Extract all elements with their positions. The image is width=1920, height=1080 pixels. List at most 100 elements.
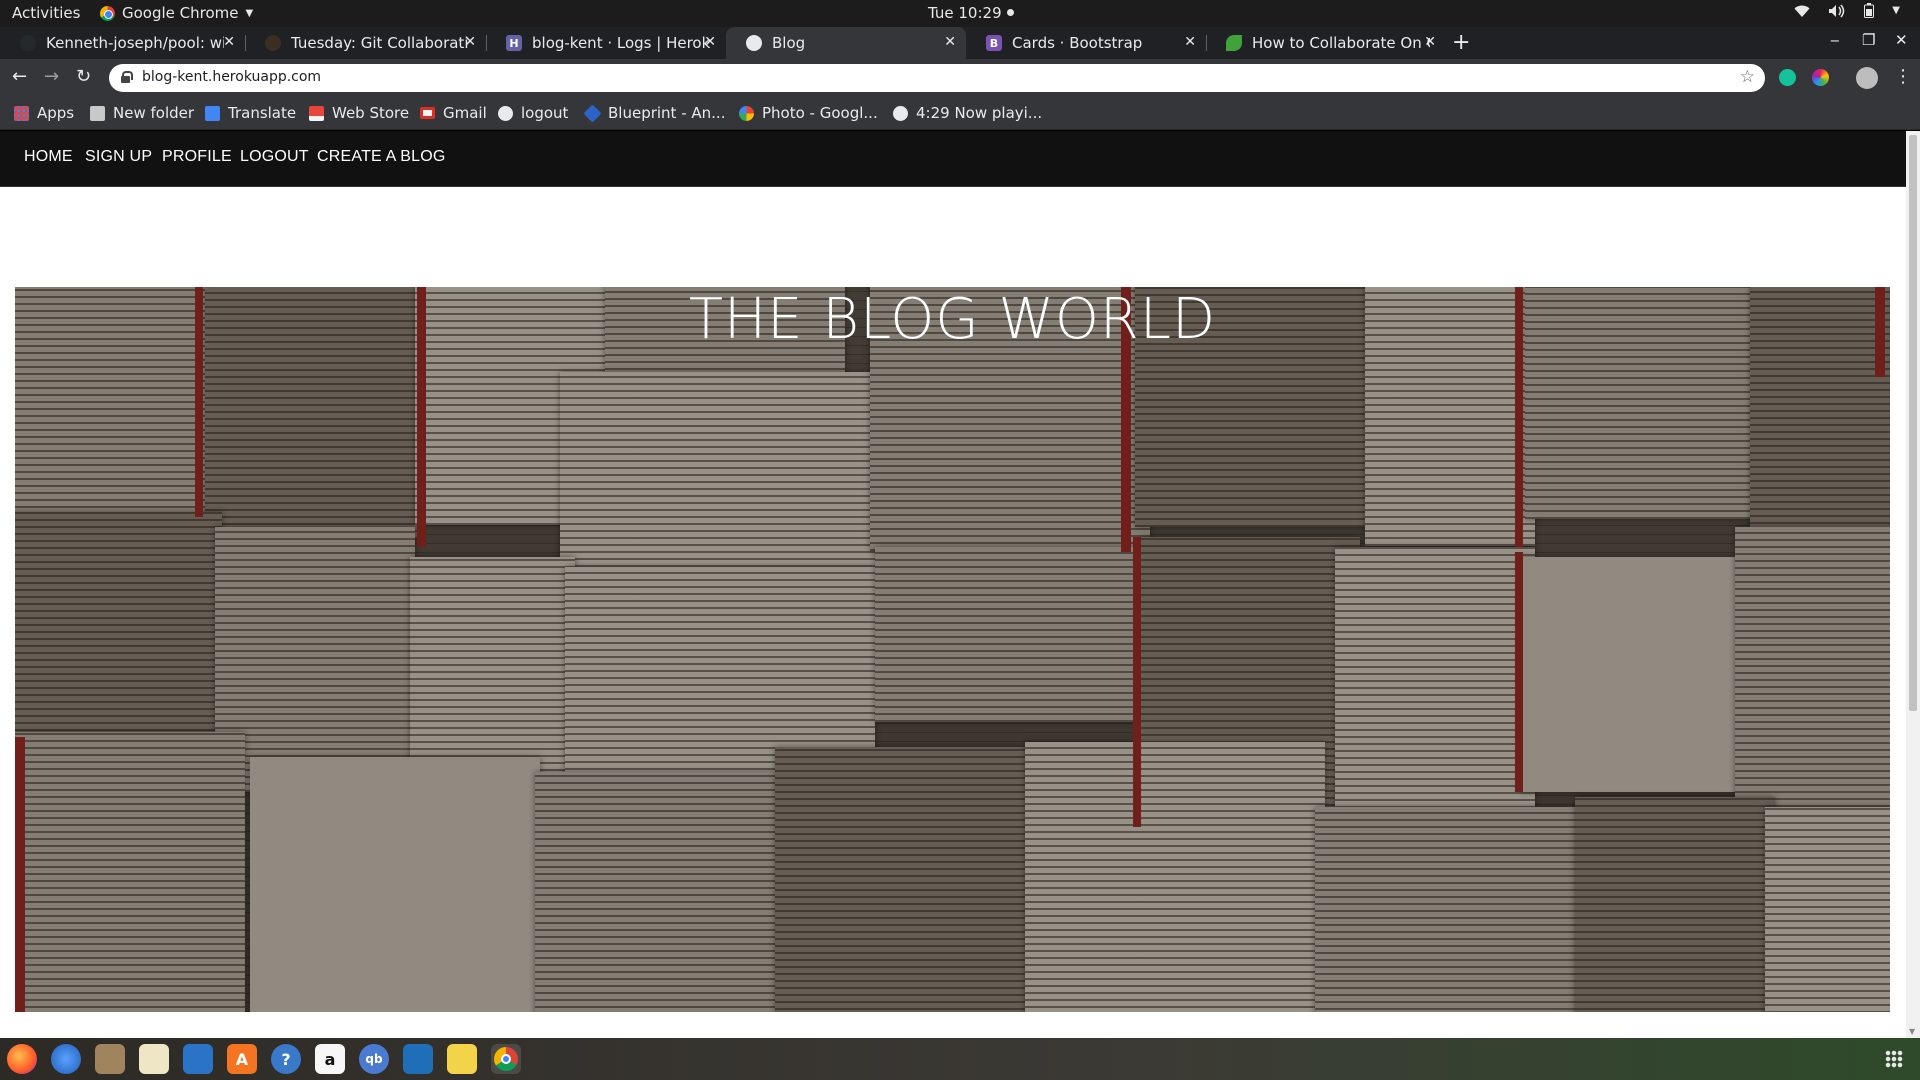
back-arrow-icon[interactable]: ← bbox=[12, 66, 27, 87]
battery-icon bbox=[1864, 3, 1875, 18]
globe-icon bbox=[498, 105, 513, 121]
tab-bootstrap-cards[interactable]: B Cards · Bootstrap ✕ bbox=[966, 27, 1206, 59]
page-viewport: HOME SIGN UP PROFILE LOGOUT CREATE A BLO… bbox=[0, 131, 1906, 1038]
close-tab-icon[interactable]: ✕ bbox=[464, 34, 476, 50]
bookmark-gmail[interactable]: Gmail bbox=[420, 104, 487, 122]
amazon-icon[interactable]: a bbox=[315, 1044, 345, 1074]
hero-overlay bbox=[15, 287, 1890, 1012]
bookmark-google-photos[interactable]: Photo - Googl... bbox=[739, 104, 878, 122]
close-window-icon[interactable]: ✕ bbox=[1895, 31, 1908, 49]
hero-banner: THE BLOG WORLD bbox=[15, 287, 1890, 1012]
gmail-icon bbox=[420, 107, 435, 119]
vscode-icon[interactable] bbox=[403, 1044, 433, 1074]
tab-title: Kenneth-joseph/pool: wit bbox=[46, 34, 224, 52]
photos-icon bbox=[739, 105, 754, 121]
nav-profile-link[interactable]: PROFILE bbox=[162, 148, 232, 166]
lock-icon bbox=[121, 71, 133, 83]
nav-create-blog-link[interactable]: CREATE A BLOG bbox=[317, 148, 446, 166]
tab-title: blog-kent · Logs | Heroku bbox=[532, 34, 710, 52]
desktop-screen: Activities Google Chrome ▼ Tue 10:29 ▼ K… bbox=[0, 0, 1920, 1080]
translate-icon bbox=[205, 105, 220, 121]
minimize-window-icon[interactable]: ‒ bbox=[1830, 31, 1840, 49]
close-tab-icon[interactable]: ✕ bbox=[1184, 34, 1196, 50]
wifi-icon bbox=[1794, 4, 1810, 18]
bookmark-label: Gmail bbox=[443, 104, 487, 122]
bookmark-blueprint[interactable]: Blueprint - An... bbox=[583, 103, 725, 123]
tab-github-pool[interactable]: Kenneth-joseph/pool: wit ✕ bbox=[0, 27, 245, 59]
page-scrollbar[interactable]: ▼ bbox=[1906, 131, 1920, 1038]
tab-git-collaboration[interactable]: Tuesday: Git Collaboratio ✕ bbox=[245, 27, 486, 59]
apps-grid-icon bbox=[14, 105, 29, 121]
taskbar-dock: A ? a qb bbox=[0, 1038, 1920, 1080]
tab-blog[interactable]: Blog ✕ bbox=[726, 27, 966, 59]
bookmark-label: 4:29 Now playi... bbox=[916, 104, 1043, 122]
bookmark-translate[interactable]: Translate bbox=[205, 104, 296, 122]
close-tab-icon[interactable]: ✕ bbox=[704, 34, 716, 50]
firefox-icon[interactable] bbox=[7, 1044, 37, 1074]
bookmark-new-folder[interactable]: New folder bbox=[90, 104, 194, 122]
new-tab-button[interactable]: + bbox=[1452, 30, 1470, 55]
thunderbird-icon[interactable] bbox=[51, 1044, 81, 1074]
restore-window-icon[interactable]: ❐ bbox=[1862, 31, 1875, 49]
bookmark-apps[interactable]: Apps bbox=[14, 104, 74, 122]
bookmark-label: Apps bbox=[37, 104, 75, 122]
tab-title: How to Collaborate On Gi bbox=[1252, 34, 1430, 52]
system-clock[interactable]: Tue 10:29 bbox=[928, 4, 1014, 22]
scroll-down-arrow-icon[interactable]: ▼ bbox=[1909, 1027, 1915, 1036]
notes-icon[interactable] bbox=[447, 1044, 477, 1074]
webstore-icon bbox=[309, 105, 324, 121]
bookmarks-bar: Apps New folder Translate Web Store Gmai… bbox=[0, 96, 1920, 130]
system-top-bar: Activities Google Chrome ▼ Tue 10:29 ▼ bbox=[0, 0, 1920, 27]
reload-icon[interactable]: ↻ bbox=[76, 66, 91, 87]
rhythmbox-icon[interactable] bbox=[139, 1044, 169, 1074]
chrome-dock-icon[interactable] bbox=[491, 1044, 521, 1074]
tab-title: Blog bbox=[772, 34, 806, 52]
app-menu-label: Google Chrome bbox=[122, 4, 239, 22]
clock-label: Tue 10:29 bbox=[928, 4, 1002, 22]
nav-signup-link[interactable]: SIGN UP bbox=[85, 148, 152, 166]
globe-icon bbox=[893, 105, 908, 121]
bookmark-logout[interactable]: logout bbox=[498, 104, 568, 122]
scrollbar-thumb[interactable] bbox=[1909, 135, 1917, 711]
blueprint-icon bbox=[583, 103, 602, 123]
more-menu-icon[interactable]: ⋮ bbox=[1894, 66, 1912, 87]
nav-home-link[interactable]: HOME bbox=[24, 148, 73, 166]
folder-icon bbox=[90, 105, 105, 121]
close-tab-icon[interactable]: ✕ bbox=[223, 34, 235, 50]
help-icon[interactable]: ? bbox=[271, 1044, 301, 1074]
bookmark-now-playing[interactable]: 4:29 Now playi... bbox=[893, 104, 1042, 122]
address-bar[interactable]: blog-kent.herokuapp.com ☆ bbox=[109, 64, 1765, 92]
close-tab-icon[interactable]: ✕ bbox=[944, 34, 956, 50]
github-icon bbox=[265, 35, 281, 51]
browser-tab-strip: Kenneth-joseph/pool: wit ✕ Tuesday: Git … bbox=[0, 27, 1920, 59]
bootstrap-icon: B bbox=[986, 35, 1002, 51]
qbittorrent-icon[interactable]: qb bbox=[359, 1044, 389, 1074]
bookmark-label: New folder bbox=[113, 104, 195, 122]
address-url: blog-kent.herokuapp.com bbox=[142, 69, 322, 85]
tab-collaborate-github[interactable]: How to Collaborate On Gi ✕ bbox=[1206, 27, 1446, 59]
forward-arrow-icon[interactable]: → bbox=[44, 66, 59, 87]
grammarly-extension-icon[interactable] bbox=[1779, 69, 1796, 86]
bookmark-label: Translate bbox=[228, 104, 297, 122]
tab-heroku-logs[interactable]: H blog-kent · Logs | Heroku ✕ bbox=[486, 27, 726, 59]
tab-title: Tuesday: Git Collaboratio bbox=[291, 34, 469, 52]
profile-avatar[interactable] bbox=[1856, 67, 1878, 89]
heroku-icon: H bbox=[506, 35, 522, 51]
chrome-icon bbox=[494, 1047, 518, 1071]
software-icon[interactable]: A bbox=[227, 1044, 257, 1074]
nav-logout-link[interactable]: LOGOUT bbox=[240, 148, 309, 166]
leaf-icon bbox=[1226, 35, 1242, 51]
writer-icon[interactable] bbox=[183, 1044, 213, 1074]
files-icon[interactable] bbox=[95, 1044, 125, 1074]
bookmark-label: Photo - Googl... bbox=[762, 104, 878, 122]
site-navbar: HOME SIGN UP PROFILE LOGOUT CREATE A BLO… bbox=[0, 131, 1906, 187]
github-icon bbox=[20, 35, 36, 51]
color-picker-extension-icon[interactable] bbox=[1812, 69, 1829, 86]
bookmark-star-icon[interactable]: ☆ bbox=[1740, 67, 1755, 87]
bookmark-web-store[interactable]: Web Store bbox=[309, 104, 409, 122]
app-menu[interactable]: Google Chrome ▼ bbox=[100, 4, 253, 22]
close-tab-icon[interactable]: ✕ bbox=[1424, 34, 1436, 50]
system-tray[interactable]: ▼ bbox=[1794, 3, 1900, 18]
show-applications-grid-icon[interactable] bbox=[1885, 1050, 1903, 1068]
activities-button[interactable]: Activities bbox=[12, 4, 80, 22]
